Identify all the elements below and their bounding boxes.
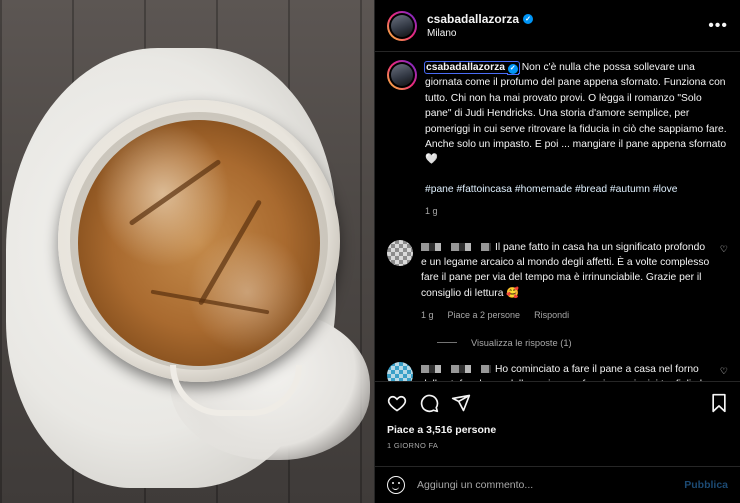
- caption-meta: 1 g: [425, 204, 728, 219]
- comment-icon[interactable]: [419, 393, 439, 413]
- redacted-username: [421, 364, 491, 373]
- author-username-text[interactable]: csabadallazorza: [427, 12, 519, 26]
- action-bar: [387, 392, 728, 414]
- comment-like-heart-icon[interactable]: ♡: [720, 244, 728, 255]
- caption-text: Non c'è nulla che possa sollevare una gi…: [425, 62, 727, 166]
- post-photo: [0, 0, 374, 503]
- verified-badge-icon: ✓: [523, 14, 534, 24]
- post-actions-section: Piace a 3,516 persone 1 GIORNO FA: [375, 381, 740, 450]
- heart-icon[interactable]: [387, 393, 407, 413]
- comment-body: Il pane fatto in casa ha un significato …: [421, 240, 728, 324]
- redacted-username: [421, 242, 491, 251]
- comment-likes[interactable]: Piace a 2 persone: [448, 308, 521, 323]
- post-date: 1 GIORNO FA: [387, 441, 439, 450]
- comments-scroll-area[interactable]: csabadallazorza ✓ Non c'è nulla che poss…: [375, 52, 740, 381]
- comment: Il pane fatto in casa ha un significato …: [387, 239, 728, 324]
- likes-count[interactable]: Piace a 3,516 persone: [387, 424, 728, 436]
- reply-button[interactable]: Rispondi: [534, 308, 569, 323]
- bookmark-icon[interactable]: [710, 393, 728, 413]
- post-comment-button[interactable]: Pubblica: [684, 479, 728, 491]
- replies-divider: [437, 342, 457, 344]
- add-comment-bar: Pubblica: [375, 466, 740, 503]
- author-username[interactable]: csabadallazorza ✓: [427, 12, 534, 26]
- caption-username[interactable]: csabadallazorza ✓: [424, 61, 520, 74]
- verified-badge-icon: ✓: [507, 63, 518, 74]
- view-replies-button[interactable]: Visualizza le risposte (1): [437, 338, 728, 348]
- bread-loaf: [78, 120, 320, 366]
- caption-avatar[interactable]: [387, 60, 417, 90]
- view-replies-label[interactable]: Visualizza le risposte (1): [471, 338, 572, 348]
- share-icon[interactable]: [451, 393, 471, 413]
- commenter-avatar[interactable]: [387, 361, 413, 381]
- comment-body: Ho cominciato a fare il pane a casa nel …: [421, 362, 728, 381]
- comment-input[interactable]: [415, 478, 685, 492]
- ellipsis-icon[interactable]: •••: [708, 17, 728, 35]
- comment: Ho cominciato a fare il pane a casa nel …: [387, 361, 728, 381]
- post-modal: csabadallazorza ✓ Milano ••• csabadallaz…: [0, 0, 740, 503]
- comment-like-heart-icon[interactable]: ♡: [720, 366, 728, 377]
- comment-age: 1 g: [421, 310, 434, 321]
- caption: csabadallazorza ✓ Non c'è nulla che poss…: [387, 60, 728, 220]
- caption-hashtags[interactable]: #pane #fattoincasa #homemade #bread #aut…: [425, 182, 728, 197]
- comment-meta: 1 g Piace a 2 persone Rispondi: [421, 308, 712, 323]
- caption-age: 1 g: [425, 206, 438, 217]
- post-sidebar: csabadallazorza ✓ Milano ••• csabadallaz…: [374, 0, 740, 503]
- caption-text-block: csabadallazorza ✓ Non c'è nulla che poss…: [424, 60, 728, 220]
- author-info: csabadallazorza ✓ Milano: [427, 12, 534, 39]
- emoji-icon[interactable]: [387, 476, 405, 494]
- post-location[interactable]: Milano: [427, 28, 533, 39]
- caption-username-text[interactable]: csabadallazorza: [426, 62, 505, 73]
- author-avatar[interactable]: [387, 11, 417, 41]
- commenter-avatar[interactable]: [387, 239, 413, 266]
- post-header: csabadallazorza ✓ Milano •••: [375, 0, 740, 52]
